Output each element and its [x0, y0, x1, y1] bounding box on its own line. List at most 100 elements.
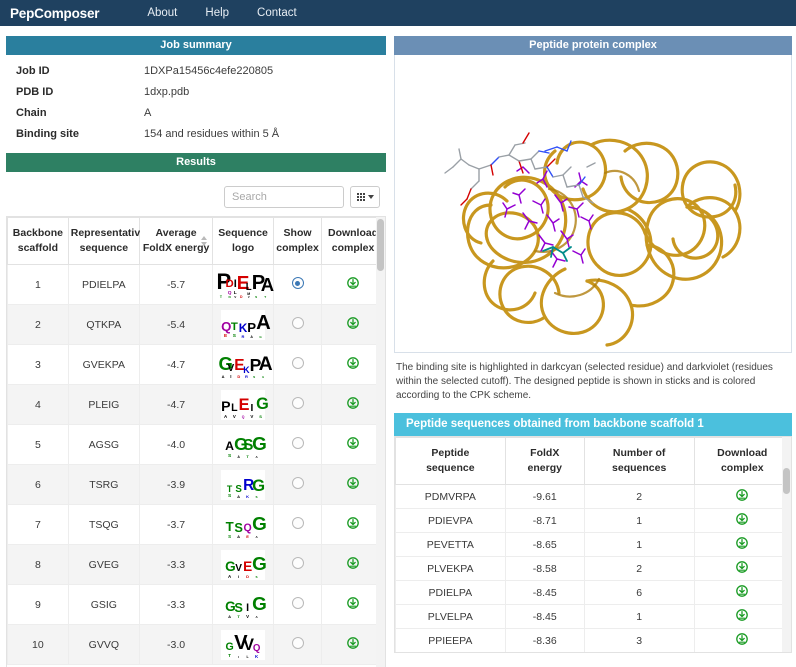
table-row[interactable]: PLVELPA -8.45 1 — [395, 604, 791, 629]
cell-show-complex[interactable] — [272, 384, 323, 425]
download-icon[interactable] — [347, 357, 359, 369]
logo-letter: I — [238, 655, 240, 660]
show-complex-radio[interactable] — [291, 437, 304, 449]
cell-backbone-scaffold: 4 — [7, 384, 69, 425]
search-input[interactable] — [224, 186, 344, 208]
table-row[interactable]: PEVETTA -8.65 1 — [395, 532, 791, 557]
table-row[interactable]: 2 QTKPA -5.4 Q E T S K R P A A G — [7, 304, 385, 345]
cell-show-complex[interactable] — [272, 264, 323, 305]
cell-show-complex[interactable] — [272, 624, 323, 665]
cell-number-of-sequences: 1 — [583, 532, 695, 557]
download-icon[interactable] — [736, 585, 749, 597]
brand-logo[interactable]: PepComposer — [10, 6, 100, 21]
show-complex-radio[interactable] — [291, 517, 304, 529]
results-table-scrollbar[interactable] — [376, 217, 385, 667]
cell-peptide-download[interactable] — [694, 653, 791, 654]
download-icon[interactable] — [736, 633, 749, 645]
logo-column: SA — [234, 485, 243, 500]
col-average-foldx-energy[interactable]: Average FoldX energy — [138, 217, 214, 265]
sequence-logo: TSSARKGS — [221, 469, 266, 500]
table-row[interactable]: PDMVRPA -9.61 2 — [395, 484, 791, 509]
show-complex-radio[interactable] — [291, 317, 304, 329]
table-row[interactable]: 4 PLEIG -4.7 P A L V E Q I V G S — [7, 384, 385, 425]
logo-column: GS — [252, 477, 265, 500]
col-line2: energy — [527, 462, 562, 474]
download-icon[interactable] — [347, 317, 359, 329]
show-complex-radio[interactable] — [291, 597, 304, 609]
download-icon[interactable] — [736, 489, 749, 501]
cell-peptide-download[interactable] — [693, 484, 791, 509]
logo-letter: S — [227, 453, 232, 459]
sort-arrows-icon — [201, 236, 208, 246]
download-icon[interactable] — [736, 537, 749, 549]
cell-show-complex[interactable] — [272, 584, 323, 625]
table-row[interactable]: 9 GSIG -3.3 G A S T I V G A — [7, 584, 385, 625]
table-row[interactable]: 7 TSQG -3.7 T S S A Q E G A — [7, 504, 385, 545]
table-row[interactable]: 10 GVVQ -3.0 G T V I V L Q K — [7, 624, 385, 665]
download-icon[interactable] — [347, 437, 359, 449]
download-icon[interactable] — [347, 277, 359, 289]
logo-letter: A — [224, 414, 228, 420]
table-row[interactable]: 1 PDIELPA -5.7 P T D Q N I L V E D L M V P S A T — [7, 264, 385, 305]
col-show-complex[interactable]: Show complex — [272, 217, 323, 265]
table-row[interactable]: 3 GVEKPA -4.7 G A V I E D K R P S A G — [7, 344, 385, 385]
molecular-viewer[interactable] — [394, 55, 792, 353]
cell-peptide-download[interactable] — [693, 508, 791, 533]
col-line2: sequence — [426, 462, 475, 474]
table-row[interactable]: 5 AGSG -4.0 A S G A S T G A — [7, 424, 385, 465]
cell-peptide-download[interactable] — [693, 556, 791, 581]
peptides-scrollbar-thumb[interactable] — [783, 468, 790, 494]
table-row[interactable]: 8 GVEG -3.3 G A V I E D G S — [7, 544, 385, 585]
col-peptide-sequence[interactable]: Peptide sequence — [395, 437, 506, 485]
col-sequence-logo[interactable]: Sequence logo — [212, 217, 274, 265]
download-icon[interactable] — [347, 557, 359, 569]
cell-peptide-download[interactable] — [693, 532, 791, 557]
logo-letter: R — [241, 333, 245, 339]
cell-sequence-logo: PTDQNILVEDLMVPSAT — [212, 264, 274, 305]
show-complex-radio[interactable] — [291, 397, 304, 409]
col-representative-sequence[interactable]: Representative sequence — [67, 217, 146, 265]
table-row[interactable]: PDIEVPA -8.71 1 — [395, 508, 791, 533]
cell-peptide-download[interactable] — [693, 604, 791, 629]
col-peptide-download-complex[interactable]: Download complex — [693, 437, 791, 485]
col-number-of-sequences[interactable]: Number of sequences — [583, 437, 695, 485]
col-backbone-scaffold[interactable]: Backbone scaffold — [7, 217, 69, 265]
show-complex-radio[interactable] — [291, 477, 304, 489]
cell-peptide-download[interactable] — [693, 628, 791, 652]
download-icon[interactable] — [736, 561, 749, 573]
cell-show-complex[interactable] — [272, 504, 323, 545]
cell-show-complex[interactable] — [272, 304, 323, 345]
download-icon[interactable] — [347, 477, 359, 489]
col-foldx-energy[interactable]: FoldX energy — [504, 437, 585, 485]
download-icon[interactable] — [736, 609, 749, 621]
table-row[interactable]: PDIELPA -8.45 6 — [395, 580, 791, 605]
nav-link-contact[interactable]: Contact — [243, 7, 311, 19]
cell-backbone-scaffold: 3 — [7, 344, 69, 385]
table-row[interactable]: PDVEMPA-8.131 — [396, 653, 791, 654]
table-row[interactable]: PPIEEPA -8.36 3 — [395, 628, 791, 652]
show-complex-radio[interactable] — [291, 357, 304, 369]
download-icon[interactable] — [736, 513, 749, 525]
col-line2: FoldX energy — [142, 242, 210, 254]
results-scrollbar-thumb[interactable] — [377, 219, 384, 271]
column-visibility-button[interactable] — [350, 186, 380, 208]
cell-show-complex[interactable] — [272, 344, 323, 385]
download-icon[interactable] — [347, 597, 359, 609]
cell-show-complex[interactable] — [272, 464, 323, 505]
table-row[interactable]: PLVEKPA -8.58 2 — [395, 556, 791, 581]
results-table-header-row: Backbone scaffold Representative sequenc… — [7, 217, 385, 265]
cell-peptide-download[interactable] — [693, 580, 791, 605]
download-icon[interactable] — [347, 637, 359, 649]
table-row[interactable]: 6 TSRG -3.9 T S S A R K G S — [7, 464, 385, 505]
download-icon[interactable] — [347, 397, 359, 409]
cell-show-complex[interactable] — [272, 544, 323, 585]
show-complex-radio[interactable] — [291, 557, 304, 569]
nav-link-help[interactable]: Help — [191, 7, 243, 19]
show-complex-radio[interactable] — [291, 637, 304, 649]
logo-column: KR — [239, 322, 248, 340]
show-complex-radio[interactable] — [291, 277, 304, 289]
peptides-table-scrollbar[interactable] — [782, 437, 791, 652]
cell-show-complex[interactable] — [272, 424, 323, 465]
nav-link-about[interactable]: About — [133, 7, 191, 19]
download-icon[interactable] — [347, 517, 359, 529]
